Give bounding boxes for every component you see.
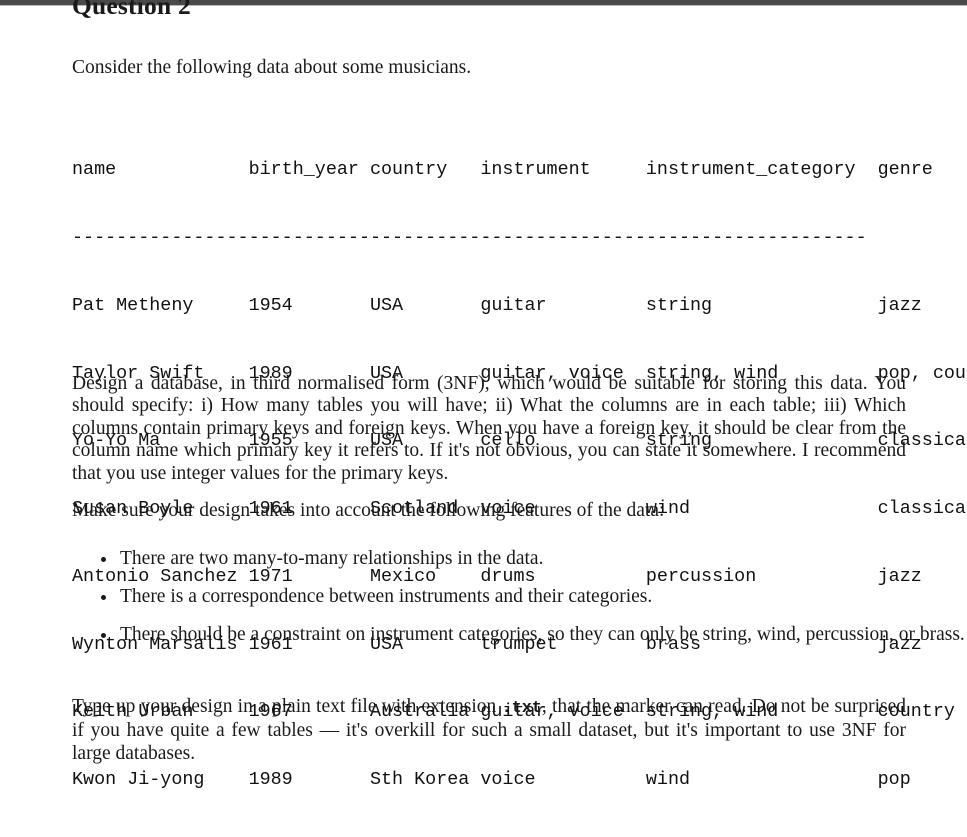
bullet-dot-icon [101,557,106,562]
paragraph-design-instructions: Design a database, in third normalised f… [72,373,906,484]
file-extension-code: .txt [501,699,542,718]
table-header-row: name birth_year country instrument instr… [72,159,933,181]
bullet-dot-icon [101,594,106,600]
list-item: There is a correspondence between instru… [72,586,918,608]
list-item-label: There are two many-to-many relationships… [120,548,544,569]
list-item-label: There should be a constraint on instrume… [120,623,965,645]
table-row: Kwon Ji-yong 1989 Sth Korea voice wind p… [72,769,911,791]
list-item: There are two many-to-many relationships… [72,548,918,570]
table-header-rule: ----------------------------------------… [72,226,867,248]
intro-text: Consider the following data about some m… [72,57,472,78]
paragraph-type-up: Type up your design in a plain text file… [72,696,906,765]
bullet-dot-icon [101,632,106,638]
paragraph-make-sure: Make sure your design takes into account… [72,500,665,521]
page-title: Question 2 [72,0,191,20]
list-item-label: There is a correspondence between instru… [120,585,653,607]
type-up-text-before: Type up your design in a plain text file… [72,696,502,717]
table-row: Pat Metheny 1954 USA guitar string jazz [72,294,922,316]
features-bullet-list: There are two many-to-many relationships… [72,548,965,662]
list-item: There should be a constraint on instrume… [72,624,966,646]
